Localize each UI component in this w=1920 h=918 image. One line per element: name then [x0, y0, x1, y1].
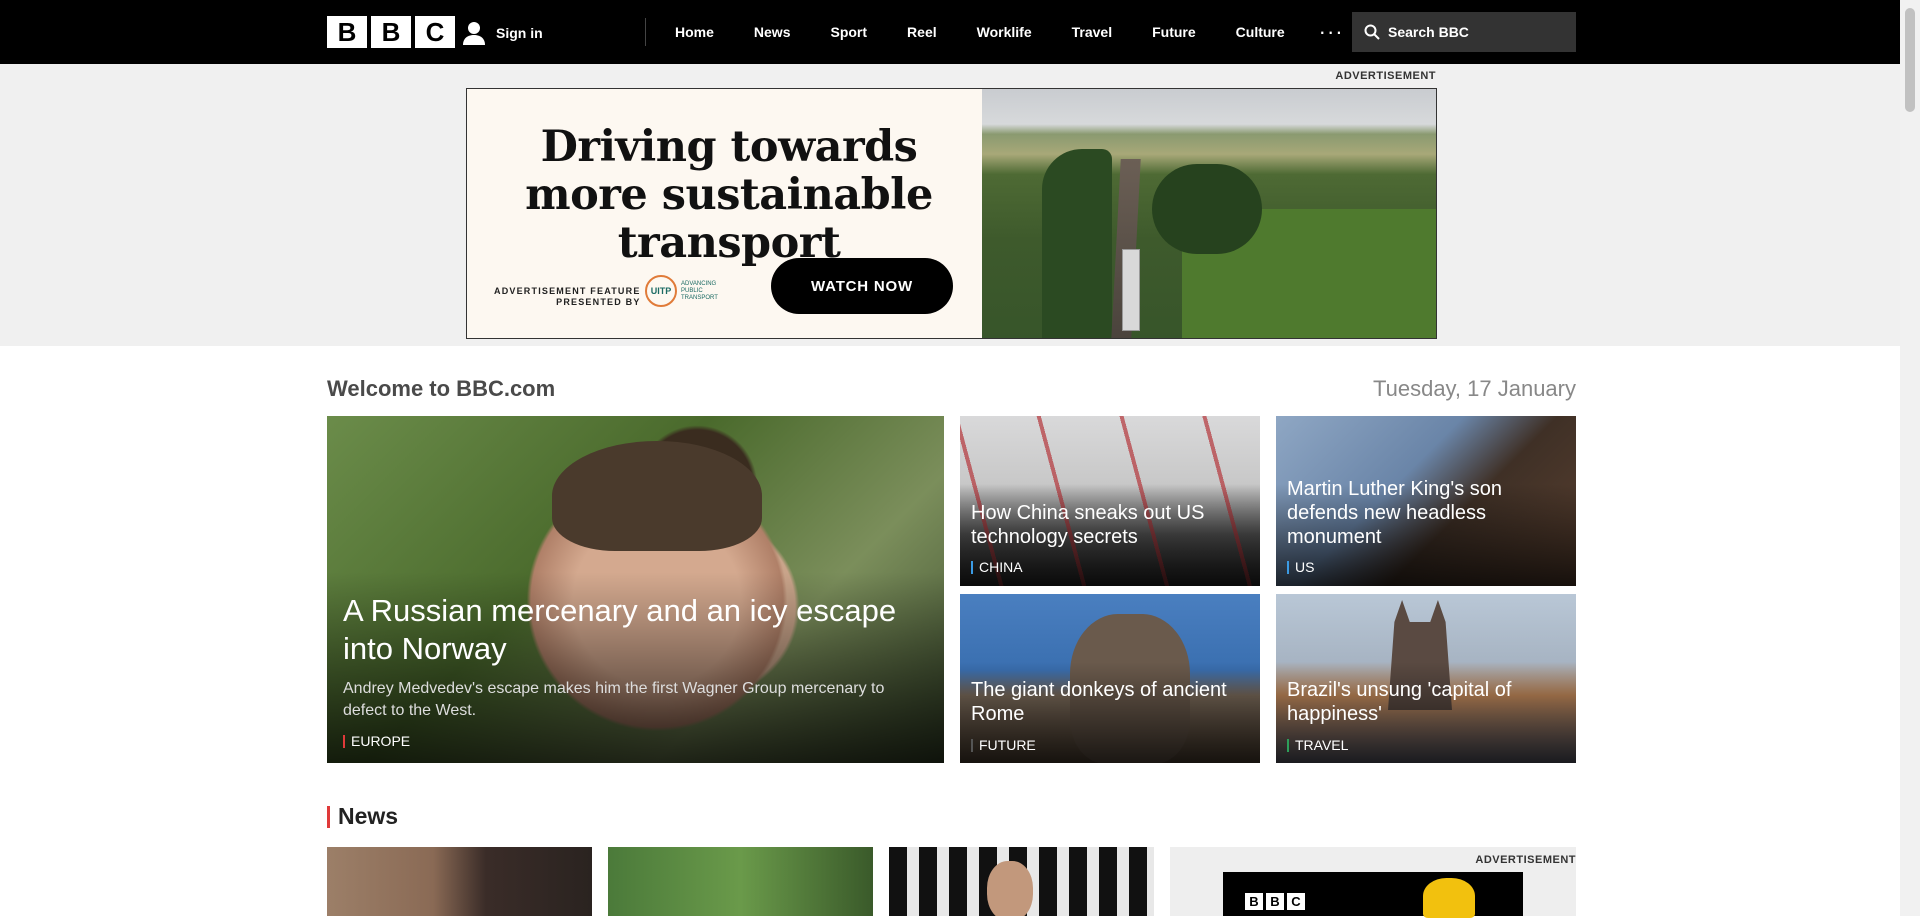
- search-placeholder: Search BBC: [1388, 24, 1469, 40]
- search-icon: [1364, 24, 1380, 40]
- story-section-tag[interactable]: EUROPE: [343, 733, 410, 749]
- story-title: Brazil's unsung 'capital of happiness': [1287, 679, 1512, 725]
- story-section-label: US: [1295, 559, 1315, 575]
- logo-block: C: [415, 16, 455, 48]
- user-icon: [463, 22, 485, 45]
- logo-block: C: [1287, 893, 1305, 910]
- sign-in-label: Sign in: [496, 25, 543, 41]
- ad-feature-text: ADVERTISEMENT FEATURE PRESENTED BY: [494, 286, 641, 308]
- sidebar-advertisement[interactable]: ADVERTISEMENT B B C: [1170, 847, 1576, 918]
- logo-block: B: [1245, 893, 1263, 910]
- main-nav: Home News Sport Reel Worklife Travel Fut…: [655, 0, 1358, 64]
- page-title: Welcome to BBC.com: [327, 376, 556, 401]
- nav-item-sport[interactable]: Sport: [810, 0, 887, 64]
- nav-item-future[interactable]: Future: [1132, 0, 1216, 64]
- page-scrollbar[interactable]: [1900, 0, 1920, 916]
- nav-item-reel[interactable]: Reel: [887, 0, 957, 64]
- news-section-heading[interactable]: News: [327, 803, 398, 830]
- top-ad-band: ADVERTISEMENT Driving towards more susta…: [0, 64, 1900, 346]
- hero-story-title: A Russian mercenary and an icy escape in…: [343, 593, 897, 666]
- story-section-label: EUROPE: [351, 733, 411, 749]
- story-title: Martin Luther King's son defends new hea…: [1287, 478, 1503, 548]
- nav-item-travel[interactable]: Travel: [1052, 0, 1132, 64]
- ad-figure-image: [1423, 878, 1475, 918]
- news-story-thumbnail[interactable]: [889, 847, 1154, 916]
- news-heading-label: News: [338, 803, 399, 829]
- news-story-thumbnail[interactable]: [608, 847, 873, 916]
- story-section-tag[interactable]: FUTURE: [971, 737, 1036, 753]
- more-menu-icon[interactable]: ···: [1305, 3, 1358, 61]
- sign-in-link[interactable]: Sign in: [461, 20, 543, 46]
- sponsor-tagline: ADVANCING PUBLIC TRANSPORT: [681, 280, 718, 301]
- hero-story-card[interactable]: A Russian mercenary and an icy escape in…: [327, 416, 944, 763]
- ad-feature-line: ADVERTISEMENT FEATURE: [494, 286, 641, 296]
- current-date: Tuesday, 17 January: [1372, 376, 1576, 401]
- search-box[interactable]: Search BBC: [1352, 12, 1576, 52]
- nav-item-worklife[interactable]: Worklife: [957, 0, 1052, 64]
- sponsor-logo: UITP ADVANCING PUBLIC TRANSPORT: [645, 275, 719, 307]
- bbc-logo[interactable]: B B C: [327, 16, 455, 48]
- ad-label: ADVERTISEMENT: [1475, 854, 1576, 866]
- story-section-tag[interactable]: CHINA: [971, 559, 1023, 575]
- logo-block: B: [1266, 893, 1284, 910]
- nav-item-culture[interactable]: Culture: [1216, 0, 1305, 64]
- ad-label: ADVERTISEMENT: [1335, 70, 1436, 82]
- scrollbar-thumb[interactable]: [1905, 8, 1915, 112]
- ad-headline: Driving towards more sustainable transpo…: [525, 122, 933, 268]
- story-section-label: FUTURE: [979, 737, 1036, 753]
- story-section-label: TRAVEL: [1295, 737, 1349, 753]
- logo-block: B: [327, 16, 367, 48]
- nav-item-news[interactable]: News: [734, 0, 811, 64]
- ad-creative: B B C: [1223, 872, 1523, 918]
- story-section-label: CHINA: [979, 559, 1023, 575]
- watch-now-button[interactable]: WATCH NOW: [771, 258, 953, 314]
- ad-feature-line: PRESENTED BY: [556, 297, 641, 307]
- news-story-thumbnail[interactable]: [327, 847, 592, 916]
- section-accent-bar: [327, 805, 330, 828]
- bbc-logo: B B C: [1245, 893, 1305, 910]
- story-card[interactable]: The giant donkeys of ancient Rome FUTURE: [960, 594, 1260, 763]
- advertisement-banner[interactable]: Driving towards more sustainable transpo…: [466, 88, 1437, 339]
- hero-story-summary: Andrey Medvedev's escape makes him the f…: [343, 680, 885, 719]
- story-card[interactable]: How China sneaks out US technology secre…: [960, 416, 1260, 586]
- sponsor-logo-mark: UITP: [645, 275, 677, 307]
- nav-item-home[interactable]: Home: [655, 0, 734, 64]
- logo-block: B: [371, 16, 411, 48]
- story-card[interactable]: Brazil's unsung 'capital of happiness' T…: [1276, 594, 1576, 763]
- story-section-tag[interactable]: US: [1287, 559, 1314, 575]
- ad-train-photo: [982, 89, 1436, 338]
- story-card[interactable]: Martin Luther King's son defends new hea…: [1276, 416, 1576, 586]
- nav-divider: [645, 18, 646, 46]
- top-navigation-bar: B B C Sign in Home News Sport Reel Workl…: [0, 0, 1920, 64]
- story-section-tag[interactable]: TRAVEL: [1287, 737, 1348, 753]
- story-title: The giant donkeys of ancient Rome: [971, 679, 1227, 725]
- story-title: How China sneaks out US technology secre…: [971, 502, 1205, 548]
